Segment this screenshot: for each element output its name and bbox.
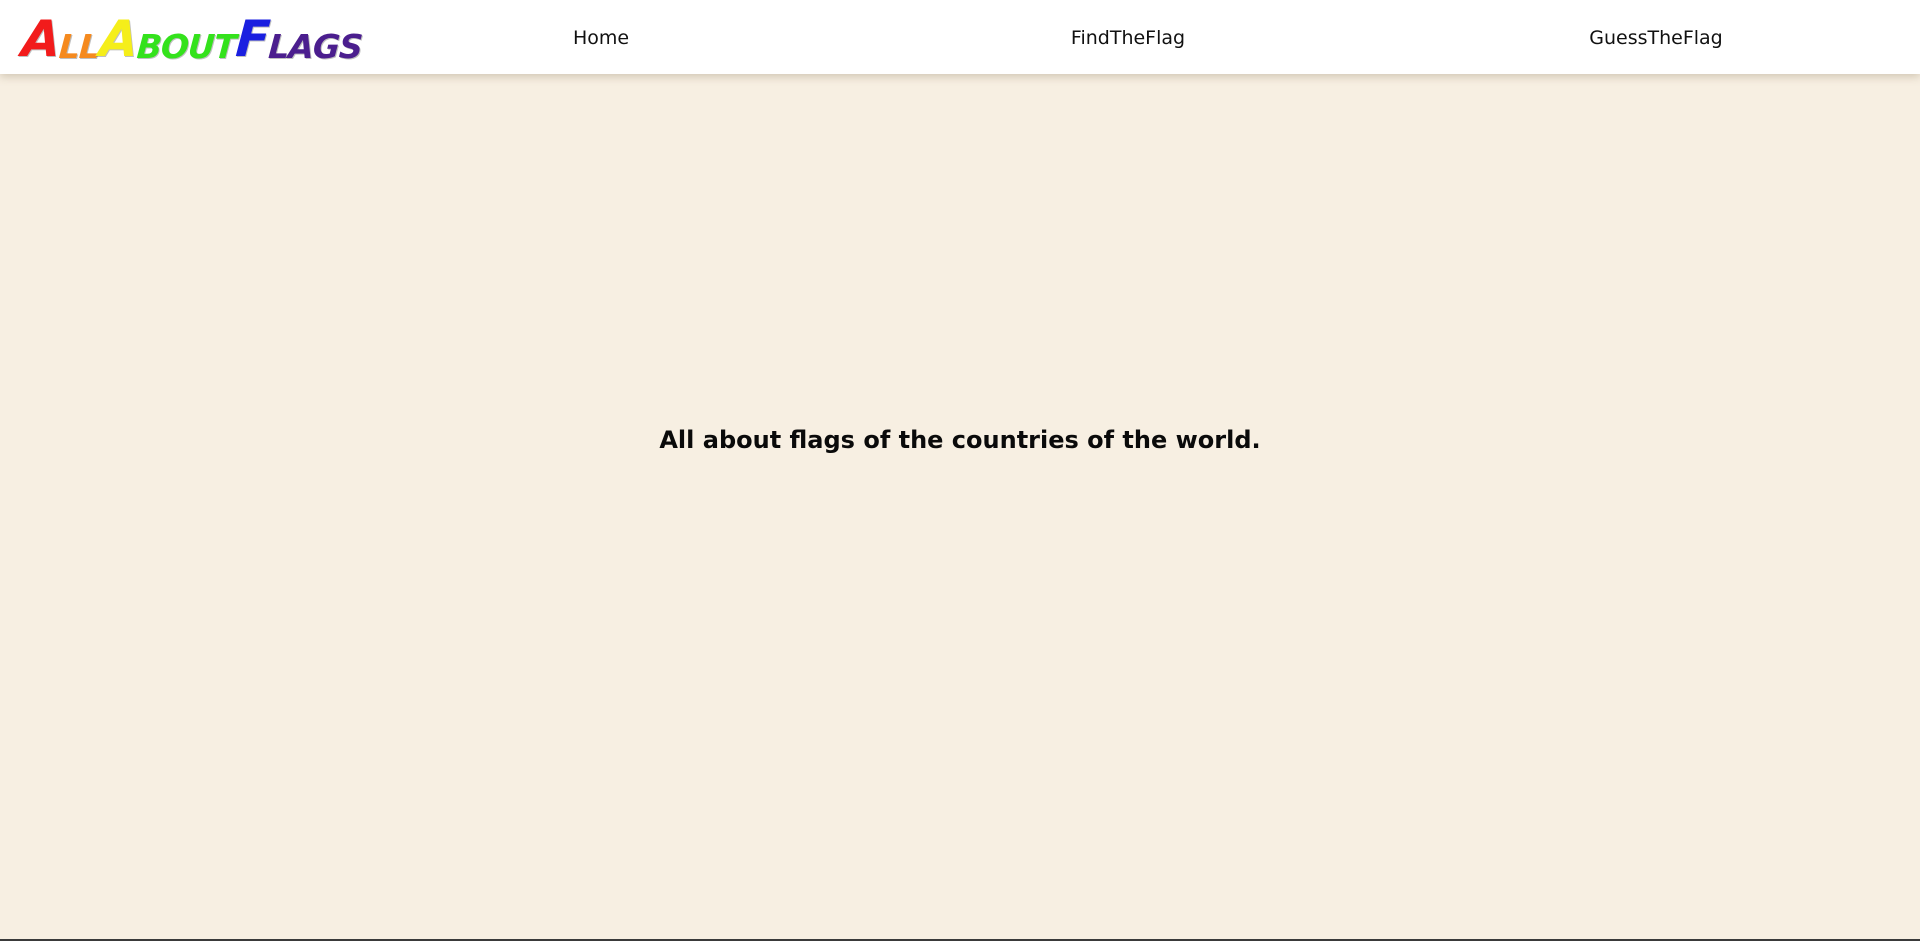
top-navigation-bar: A LL A BOUT F LAGS Home FindTheFlag GuessTheF… bbox=[0, 0, 1920, 74]
logo-letters-2: A bbox=[97, 10, 140, 68]
nav-home-link[interactable]: Home bbox=[573, 27, 629, 49]
main-content: All about flags of the countries of the … bbox=[0, 74, 1920, 940]
logo-letters-1: LL bbox=[57, 27, 101, 66]
logo-letters-0: A bbox=[19, 10, 62, 68]
nav-find-the-flag-link[interactable]: FindTheFlag bbox=[1071, 27, 1185, 49]
logo-letters-3: BOUT bbox=[135, 27, 237, 66]
page-headline: All about flags of the countries of the … bbox=[659, 426, 1261, 454]
logo-letters-4: F bbox=[233, 10, 272, 68]
site-logo[interactable]: A LL A BOUT F LAGS bbox=[19, 10, 364, 68]
nav-guess-the-flag-link[interactable]: GuessTheFlag bbox=[1589, 27, 1723, 49]
logo-letters-5: LAGS bbox=[267, 27, 364, 66]
